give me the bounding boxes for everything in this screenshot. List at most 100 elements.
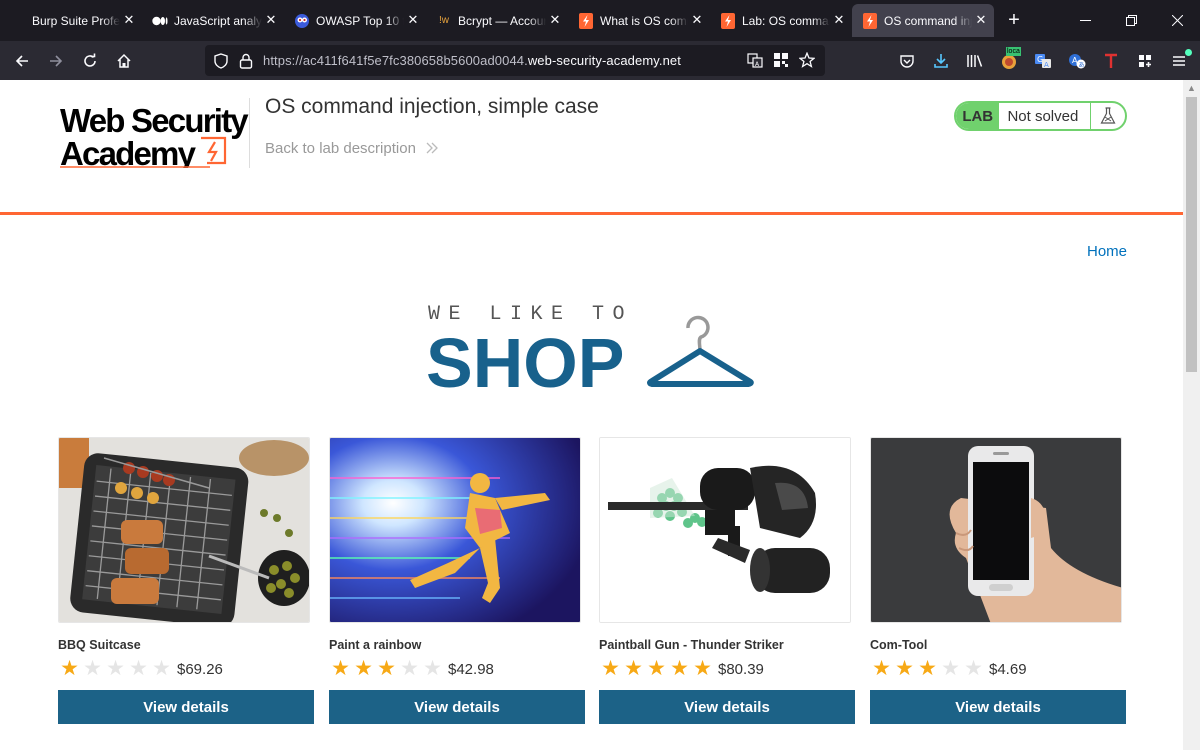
star-filled-icon: ★ xyxy=(670,657,689,680)
close-icon[interactable]: ✕ xyxy=(548,12,562,28)
translate-extension-icon[interactable]: GA xyxy=(1026,46,1060,76)
view-details-button[interactable]: View details xyxy=(329,690,585,724)
star-empty-icon: ★ xyxy=(423,657,442,680)
close-icon[interactable]: ✕ xyxy=(122,12,136,28)
star-empty-icon: ★ xyxy=(941,657,960,680)
minimize-icon[interactable] xyxy=(1062,0,1108,41)
view-details-button[interactable]: View details xyxy=(599,690,855,724)
product-image-paintball-gun[interactable] xyxy=(599,437,851,623)
tab-owasp[interactable]: OWASP Top 10 for ✕ xyxy=(284,0,426,41)
product-name: Paintball Gun - Thunder Striker xyxy=(599,638,784,652)
scrollbar-thumb[interactable] xyxy=(1186,97,1197,372)
home-link[interactable]: Home xyxy=(1087,243,1127,260)
burp-icon xyxy=(10,13,26,29)
star-empty-icon: ★ xyxy=(83,657,102,680)
svg-text:あ: あ xyxy=(1079,62,1085,69)
reload-icon[interactable] xyxy=(73,46,107,76)
product-price: $69.26 xyxy=(177,660,223,678)
flask-icon xyxy=(1090,103,1125,129)
close-window-icon[interactable] xyxy=(1154,0,1200,41)
home-icon[interactable] xyxy=(107,46,141,76)
tab-os-command-injection[interactable]: OS command inje ✕ xyxy=(852,4,994,37)
close-icon[interactable]: ✕ xyxy=(264,12,278,28)
we-like-to-shop-banner: WE LIKE TO SHOP xyxy=(426,295,766,402)
product-meta: ★ ★ ★ ★ ★ $4.69 xyxy=(870,658,1126,680)
close-icon[interactable]: ✕ xyxy=(832,12,846,28)
rating-stars: ★ ★ ★ ★ ★ xyxy=(599,657,714,680)
star-filled-icon: ★ xyxy=(918,657,937,680)
portswigger-icon xyxy=(578,12,594,29)
vertical-scrollbar[interactable]: ▲ xyxy=(1183,80,1200,750)
url-bar[interactable]: https://ac411f641f5e7fc380658b5600ad0044… xyxy=(205,45,825,76)
banner-line-2: SHOP xyxy=(426,324,624,395)
tab-bcrypt[interactable]: !w Bcrypt — Account ✕ xyxy=(426,0,568,41)
localization-extension-icon[interactable]: loca xyxy=(992,46,1026,76)
tab-burp[interactable]: Burp Suite Professional ✕ xyxy=(0,0,142,41)
scroll-up-arrow-icon[interactable]: ▲ xyxy=(1187,83,1196,93)
lab-badge-label: LAB xyxy=(956,103,1000,129)
back-to-lab-description-link[interactable]: Back to lab description xyxy=(265,140,439,158)
restore-icon[interactable] xyxy=(1108,0,1154,41)
tab-bar: Burp Suite Professional ✕ JavaScript ana… xyxy=(0,0,1200,41)
product-card: BBQ Suitcase ★ ★ ★ ★ ★ $69.26 View details xyxy=(58,437,314,724)
iw-icon: !w xyxy=(439,15,449,26)
product-meta: ★ ★ ★ ★ ★ $69.26 xyxy=(58,658,314,680)
star-empty-icon: ★ xyxy=(129,657,148,680)
lab-title: OS command injection, simple case xyxy=(265,95,599,118)
close-icon[interactable]: ✕ xyxy=(690,12,704,28)
url-prefix: https://ac411f641f5e7fc380658b5600ad0044… xyxy=(263,53,528,68)
rating-stars: ★ ★ ★ ★ ★ xyxy=(870,657,985,680)
owasp-icon xyxy=(294,13,310,29)
update-dot xyxy=(1185,48,1192,56)
translator-extension-icon[interactable]: Aあ xyxy=(1060,46,1094,76)
product-image-com-tool[interactable] xyxy=(870,437,1122,623)
translate-page-icon[interactable]: A xyxy=(747,52,763,68)
product-card: Paint a rainbow ★ ★ ★ ★ ★ $42.98 View detail… xyxy=(329,437,585,724)
web-security-academy-logo[interactable]: Web Security Academy xyxy=(60,98,251,172)
t-extension-icon[interactable] xyxy=(1094,46,1128,76)
lab-header: Web Security Academy OS command injectio… xyxy=(0,80,1183,215)
hanger-icon xyxy=(647,315,754,387)
back-icon[interactable] xyxy=(5,46,39,76)
lab-status-text: Not solved xyxy=(1007,107,1079,125)
product-name: Com-Tool xyxy=(870,638,928,652)
star-filled-icon: ★ xyxy=(624,657,643,680)
close-icon[interactable]: ✕ xyxy=(974,12,988,28)
header-divider xyxy=(249,98,250,168)
new-tab-button[interactable]: + xyxy=(994,0,1034,41)
downloads-icon[interactable] xyxy=(924,46,958,76)
product-price: $4.69 xyxy=(989,660,1027,678)
tab-lab-os-command[interactable]: Lab: OS command ✕ xyxy=(710,0,852,41)
star-empty-icon: ★ xyxy=(964,657,983,680)
medium-icon xyxy=(152,13,168,29)
logo-line-1: Web Security xyxy=(60,102,249,139)
star-filled-icon: ★ xyxy=(354,657,373,680)
tracking-protection-icon[interactable] xyxy=(213,52,229,69)
tab-what-is-os-command[interactable]: What is OS comm ✕ xyxy=(568,0,710,41)
window-controls xyxy=(1062,0,1200,41)
close-icon[interactable]: ✕ xyxy=(406,12,420,28)
product-price: $42.98 xyxy=(448,660,494,678)
product-card: Paintball Gun - Thunder Striker ★ ★ ★ ★ ★ $8… xyxy=(599,437,855,724)
star-filled-icon: ★ xyxy=(872,657,891,680)
portswigger-icon xyxy=(720,12,736,29)
logo-line-2: Academy xyxy=(60,135,197,168)
tab-javascript-analysis[interactable]: JavaScript analysis ✕ xyxy=(142,0,284,41)
url-text[interactable]: https://ac411f641f5e7fc380658b5600ad0044… xyxy=(263,53,681,68)
menu-icon[interactable] xyxy=(1162,46,1196,76)
pocket-icon[interactable] xyxy=(890,46,924,76)
svg-text:A: A xyxy=(1044,61,1049,69)
extensions-puzzle-icon[interactable] xyxy=(1128,46,1162,76)
library-icon[interactable] xyxy=(958,46,992,76)
qr-code-icon[interactable] xyxy=(773,52,789,68)
star-filled-icon: ★ xyxy=(647,657,666,680)
extension-badge: loca xyxy=(1006,46,1021,56)
lock-icon[interactable] xyxy=(239,53,253,69)
product-image-paint-a-rainbow[interactable] xyxy=(329,437,581,623)
view-details-button[interactable]: View details xyxy=(58,690,314,724)
view-details-button[interactable]: View details xyxy=(870,690,1126,724)
product-image-bbq-suitcase[interactable] xyxy=(58,437,310,623)
star-empty-icon: ★ xyxy=(400,657,419,680)
bookmark-star-icon[interactable] xyxy=(799,52,815,68)
forward-icon[interactable] xyxy=(39,46,73,76)
